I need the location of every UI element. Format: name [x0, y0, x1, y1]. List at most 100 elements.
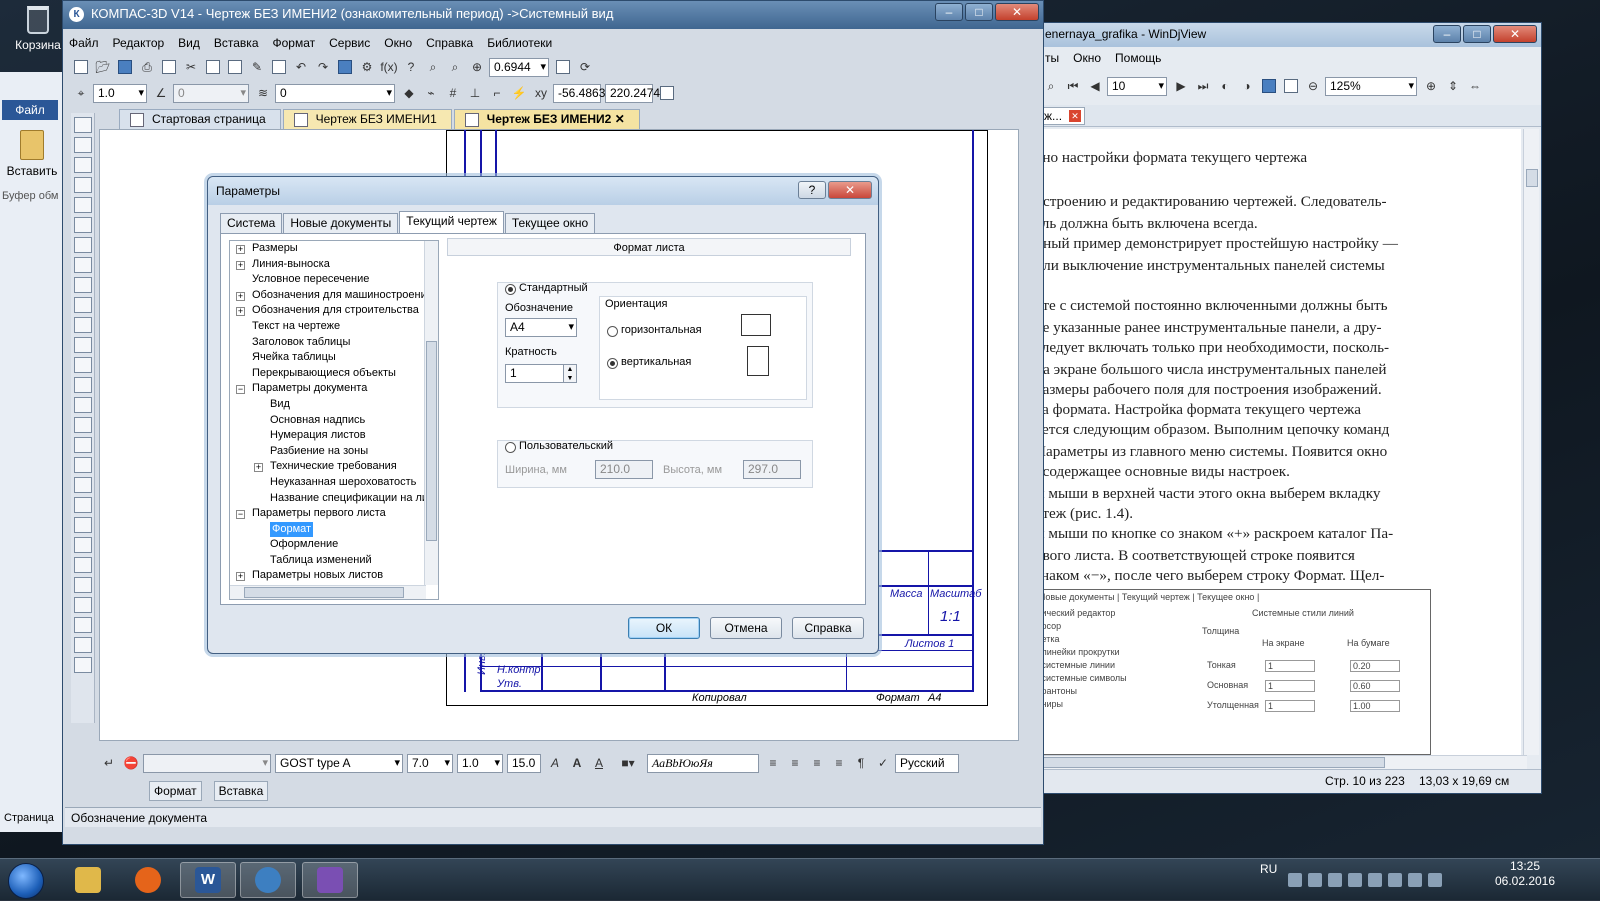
local-cs-icon[interactable]: ⊥: [465, 83, 485, 103]
tray-app-icon[interactable]: [1368, 873, 1382, 887]
align-left-icon[interactable]: ≡: [763, 753, 783, 773]
scroll-thumb[interactable]: [244, 587, 404, 598]
vertical-radio[interactable]: [607, 358, 618, 369]
scroll-thumb[interactable]: [1035, 757, 1385, 768]
menu-item[interactable]: Редактор: [113, 33, 165, 53]
fit-page-icon[interactable]: ⇕: [1443, 76, 1463, 96]
manager-icon[interactable]: [269, 57, 289, 77]
tool-icon[interactable]: [74, 357, 92, 373]
tab-drawing-1[interactable]: Чертеж БЕЗ ИМЕНИ1: [282, 109, 452, 129]
tree-node[interactable]: Таблица изменений: [230, 553, 438, 569]
tree-hscroll[interactable]: [230, 585, 426, 599]
tree-node[interactable]: + Линия-выноска: [230, 257, 438, 273]
step-field[interactable]: 1.0: [93, 83, 147, 103]
help-button[interactable]: ?: [798, 181, 826, 199]
forward-icon[interactable]: ◑: [1237, 76, 1257, 96]
minimize-button[interactable]: –: [1433, 25, 1461, 43]
ortho-icon[interactable]: ⌐: [487, 83, 507, 103]
collapse-icon[interactable]: −: [236, 510, 245, 520]
tab-system[interactable]: Система: [220, 213, 283, 233]
designation-select[interactable]: A4: [505, 318, 577, 337]
snap-icon[interactable]: ⌁: [421, 83, 441, 103]
menu-item[interactable]: Сервис: [329, 33, 370, 53]
taskbar-djview[interactable]: [302, 862, 358, 898]
tree-node[interactable]: Основная надпись: [230, 413, 438, 429]
tab-format[interactable]: Формат: [149, 781, 202, 801]
ok-button[interactable]: ОК: [628, 617, 700, 639]
value15-field[interactable]: 15.0: [507, 753, 541, 773]
width-field[interactable]: 1.0: [457, 753, 503, 773]
menu-item[interactable]: Окно: [384, 33, 412, 53]
color-picker-icon[interactable]: ■▾: [611, 753, 645, 773]
menu-item[interactable]: Вид: [178, 33, 200, 53]
djview-vscroll[interactable]: [1523, 129, 1539, 755]
scroll-thumb[interactable]: [426, 341, 437, 541]
tree-node[interactable]: + Размеры: [230, 241, 438, 257]
height-input[interactable]: 297.0: [743, 460, 801, 479]
expand-icon[interactable]: +: [236, 307, 245, 317]
tool-icon[interactable]: [74, 437, 92, 453]
print-icon[interactable]: ⎙: [137, 57, 157, 77]
tray-flag-icon[interactable]: [1408, 873, 1422, 887]
cancel-button[interactable]: Отмена: [710, 617, 782, 639]
expand-icon[interactable]: +: [236, 260, 245, 270]
next-page-icon[interactable]: ▶: [1171, 76, 1191, 96]
font-field[interactable]: GOST type A: [275, 753, 403, 773]
tree-node[interactable]: + Обозначения для машиностроения: [230, 288, 438, 304]
back-icon[interactable]: ◐: [1215, 76, 1235, 96]
tree-node[interactable]: Условное пересечение: [230, 272, 438, 288]
tree-node[interactable]: Название спецификации на лист: [230, 491, 438, 507]
djview-hscroll[interactable]: [1031, 755, 1527, 769]
tool-icon[interactable]: [74, 377, 92, 393]
tree-vscroll[interactable]: [424, 241, 438, 585]
zoom-field[interactable]: 125%: [1325, 76, 1417, 96]
zoom-in-icon[interactable]: ⊕: [1421, 76, 1441, 96]
view-manager-icon[interactable]: [335, 57, 355, 77]
multiplicity-spinner[interactable]: ▲ ▼: [563, 364, 577, 383]
underline-icon[interactable]: A: [589, 753, 609, 773]
single-page-icon[interactable]: [1259, 76, 1279, 96]
undo-icon[interactable]: ↶: [291, 57, 311, 77]
tool-icon[interactable]: [74, 337, 92, 353]
tool-icon[interactable]: [74, 557, 92, 573]
open-folder-icon[interactable]: 📂︎: [93, 57, 113, 77]
tool-icon[interactable]: [74, 237, 92, 253]
tray-app-icon[interactable]: [1388, 873, 1402, 887]
stop-icon[interactable]: ⛔: [121, 753, 141, 773]
maximize-button[interactable]: □: [965, 3, 993, 21]
snap-toggle-icon[interactable]: ⚡: [509, 83, 529, 103]
tool-icon[interactable]: [74, 577, 92, 593]
tree-node[interactable]: Перекрывающиеся объекты: [230, 366, 438, 382]
zoom-out-icon[interactable]: ⊖: [1303, 76, 1323, 96]
redo-icon[interactable]: ↷: [313, 57, 333, 77]
menu-item[interactable]: Справка: [426, 33, 473, 53]
minimize-button[interactable]: –: [935, 3, 963, 21]
tab-start-page[interactable]: Стартовая страница: [119, 109, 281, 129]
apply-icon[interactable]: [657, 83, 677, 103]
recycle-bin[interactable]: Корзина: [8, 6, 68, 66]
align-right-icon[interactable]: ≡: [807, 753, 827, 773]
save-icon[interactable]: [115, 57, 135, 77]
tool-icon[interactable]: [74, 617, 92, 633]
tool-icon[interactable]: [74, 257, 92, 273]
tree-node[interactable]: − Параметры документа: [230, 381, 438, 397]
djview-menu-item[interactable]: Помощь: [1115, 51, 1161, 65]
angle-field[interactable]: 0: [173, 83, 249, 103]
tool-icon[interactable]: [74, 117, 92, 133]
paste-icon[interactable]: [225, 57, 245, 77]
tool-icon[interactable]: [74, 517, 92, 533]
variables-icon[interactable]: ⚙: [357, 57, 377, 77]
tree-node[interactable]: Заголовок таблицы: [230, 335, 438, 351]
tool-icon[interactable]: [74, 457, 92, 473]
new-file-icon[interactable]: [71, 57, 91, 77]
tray-network-icon[interactable]: [1288, 873, 1302, 887]
align-center-icon[interactable]: ≡: [785, 753, 805, 773]
word-paste-button[interactable]: Вставить: [6, 130, 58, 178]
pan-icon[interactable]: [553, 57, 573, 77]
tool-icon[interactable]: [74, 317, 92, 333]
width-input[interactable]: 210.0: [595, 460, 653, 479]
tree-node[interactable]: Нумерация листов: [230, 428, 438, 444]
tool-icon[interactable]: [74, 297, 92, 313]
tree-node[interactable]: Вид: [230, 397, 438, 413]
language-indicator[interactable]: RU: [1260, 859, 1277, 879]
